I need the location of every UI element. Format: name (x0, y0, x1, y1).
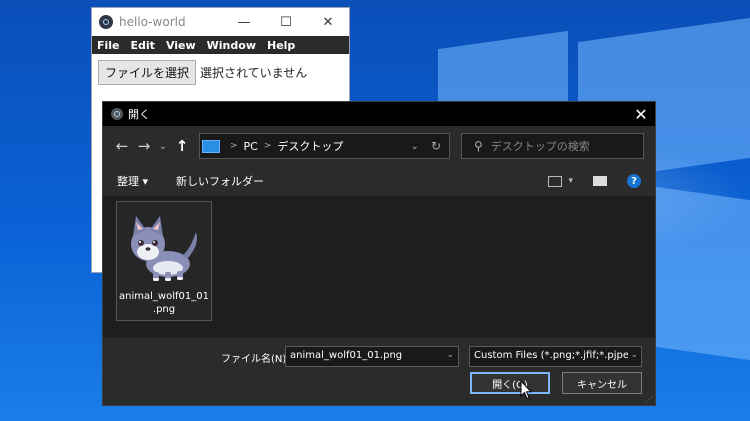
address-dropdown-chevron-icon[interactable]: ⌄ (411, 141, 419, 152)
filename-label: ファイル名(N): (221, 354, 290, 365)
back-arrow-icon[interactable]: ← (111, 137, 133, 155)
menubar: File Edit View Window Help (92, 36, 349, 54)
pc-icon (202, 139, 220, 153)
menu-edit[interactable]: Edit (126, 39, 161, 52)
wolf-thumbnail-icon (131, 216, 197, 281)
file-status-text: 選択されていません (200, 66, 308, 80)
filetype-dropdown-chevron-icon[interactable]: ⌄ (628, 350, 638, 360)
filetype-select[interactable]: Custom Files (*.png;*.jfif;*.pjpeg ⌄ (469, 346, 642, 367)
filetype-value: Custom Files (*.png;*.jfif;*.pjpeg (474, 350, 636, 361)
breadcrumb-pc[interactable]: PC (244, 140, 258, 153)
mouse-pointer-icon (520, 380, 532, 400)
open-file-dialog: 開く ✕ ← → ⌄ ↑ > PC > デスクトップ ⌄ ↻ ⚲ デスクトップの… (102, 101, 656, 406)
forward-arrow-icon[interactable]: → (133, 137, 155, 155)
filename-value: animal_wolf01_01.png (290, 350, 403, 361)
filename-dropdown-chevron-icon[interactable]: ⌄ (446, 350, 454, 360)
file-name-line-2: .png (152, 304, 176, 315)
change-view-icon[interactable] (548, 175, 563, 187)
filename-field[interactable]: animal_wolf01_01.png ⌄ (285, 346, 459, 367)
refresh-icon[interactable]: ↻ (431, 139, 441, 153)
search-icon: ⚲ (474, 139, 483, 153)
recent-locations-chevron-icon[interactable]: ⌄ (155, 141, 171, 152)
search-input[interactable]: ⚲ デスクトップの検索 (461, 133, 644, 159)
breadcrumb-separator-icon: > (263, 141, 272, 151)
minimize-button[interactable]: — (223, 8, 265, 36)
navigation-bar: ← → ⌄ ↑ > PC > デスクトップ ⌄ ↻ ⚲ デスクトップの検索 (103, 126, 655, 166)
view-options-chevron-icon[interactable]: ▾ (568, 176, 573, 186)
maximize-button[interactable]: ☐ (265, 8, 307, 36)
help-icon[interactable]: ? (627, 174, 641, 188)
dialog-toolbar: 整理 ▾ 新しいフォルダー ▾ ? (103, 166, 655, 196)
electron-app-icon (99, 15, 113, 29)
preview-pane-icon[interactable] (593, 176, 607, 186)
file-item[interactable]: animal_wolf01_01 .png (116, 201, 212, 321)
app-title: hello-world (119, 15, 186, 29)
close-button[interactable]: ✕ (307, 8, 349, 36)
app-titlebar[interactable]: hello-world — ☐ ✕ (92, 8, 349, 36)
up-arrow-icon[interactable]: ↑ (171, 137, 193, 155)
organize-menu-button[interactable]: 整理 ▾ (117, 173, 148, 189)
new-folder-button[interactable]: 新しいフォルダー (176, 173, 264, 189)
menu-file[interactable]: File (92, 39, 126, 52)
file-name-label: animal_wolf01_01 .png (117, 290, 211, 316)
breadcrumb-separator-icon: > (230, 141, 238, 151)
dialog-footer: ファイル名(N): animal_wolf01_01.png ⌄ Custom … (103, 338, 655, 405)
address-bar[interactable]: > PC > デスクトップ ⌄ ↻ (199, 133, 450, 159)
dialog-title: 開く (128, 108, 150, 121)
dialog-close-button[interactable]: ✕ (627, 105, 655, 124)
choose-file-button[interactable]: ファイルを選択 (98, 60, 197, 85)
file-name-line-1: animal_wolf01_01 (119, 291, 209, 302)
dialog-titlebar[interactable]: 開く ✕ (103, 102, 655, 126)
menu-window[interactable]: Window (202, 39, 262, 52)
breadcrumb-desktop[interactable]: デスクトップ (277, 138, 343, 154)
file-list: animal_wolf01_01 .png (103, 196, 655, 336)
menu-help[interactable]: Help (262, 39, 301, 52)
menu-view[interactable]: View (161, 39, 202, 52)
cancel-button[interactable]: キャンセル (562, 372, 642, 394)
resize-grip-icon[interactable]: ⋰ (645, 395, 653, 404)
dialog-app-icon (111, 108, 123, 120)
open-button[interactable]: 開く(O) (470, 372, 550, 394)
search-placeholder: デスクトップの検索 (490, 140, 590, 153)
